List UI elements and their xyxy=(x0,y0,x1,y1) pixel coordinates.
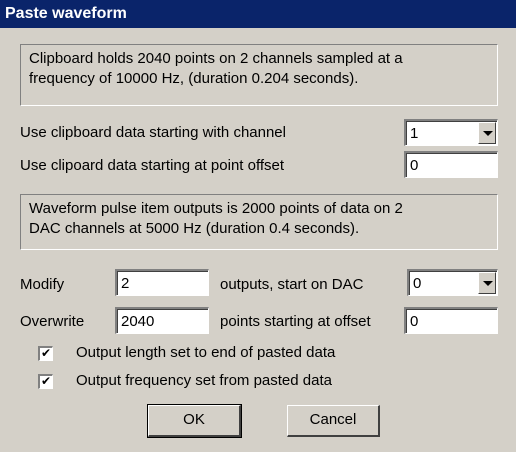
paste-waveform-dialog: Paste waveform Clipboard holds 2040 poin… xyxy=(0,0,516,452)
clipboard-info-line-2: frequency of 10000 Hz, (duration 0.204 s… xyxy=(29,70,359,87)
dialog-title: Paste waveform xyxy=(0,0,516,28)
waveform-info-line-1: Waveform pulse item outputs is 2000 poin… xyxy=(29,200,403,217)
waveform-info-box: Waveform pulse item outputs is 2000 poin… xyxy=(20,194,498,250)
clipboard-info-line-1: Clipboard holds 2040 points on 2 channel… xyxy=(29,50,403,67)
output-length-checkbox[interactable]: ✔ xyxy=(38,346,53,361)
overwrite-label: Overwrite xyxy=(20,313,85,330)
waveform-info-line-2: DAC channels at 5000 Hz (duration 0.4 se… xyxy=(29,220,360,237)
modify-count-input[interactable]: 2 xyxy=(115,269,209,296)
chevron-down-icon[interactable] xyxy=(478,272,496,294)
start-channel-select[interactable]: 1 xyxy=(404,119,498,146)
point-offset-input[interactable]: 0 xyxy=(404,151,498,178)
start-dac-value: 0 xyxy=(413,275,422,292)
output-frequency-label: Output frequency set from pasted data xyxy=(76,372,332,389)
start-dac-select[interactable]: 0 xyxy=(407,269,498,296)
ok-button[interactable]: OK xyxy=(147,404,242,438)
overwrite-count-input[interactable]: 2040 xyxy=(115,307,209,334)
point-offset-label: Use clipoard data starting at point offs… xyxy=(20,157,285,174)
cancel-button[interactable]: Cancel xyxy=(287,405,380,437)
output-frequency-checkbox[interactable]: ✔ xyxy=(38,374,53,389)
output-length-label: Output length set to end of pasted data xyxy=(76,344,336,361)
start-channel-label: Use clipboard data starting with channel xyxy=(20,124,286,141)
chevron-down-icon[interactable] xyxy=(478,122,496,144)
start-dac-label: outputs, start on DAC xyxy=(220,276,364,293)
start-offset-input[interactable]: 0 xyxy=(404,307,498,334)
start-offset-label: points starting at offset xyxy=(220,313,371,330)
modify-label: Modify xyxy=(20,276,65,293)
start-channel-value: 1 xyxy=(410,125,419,142)
clipboard-info-box: Clipboard holds 2040 points on 2 channel… xyxy=(20,44,498,106)
